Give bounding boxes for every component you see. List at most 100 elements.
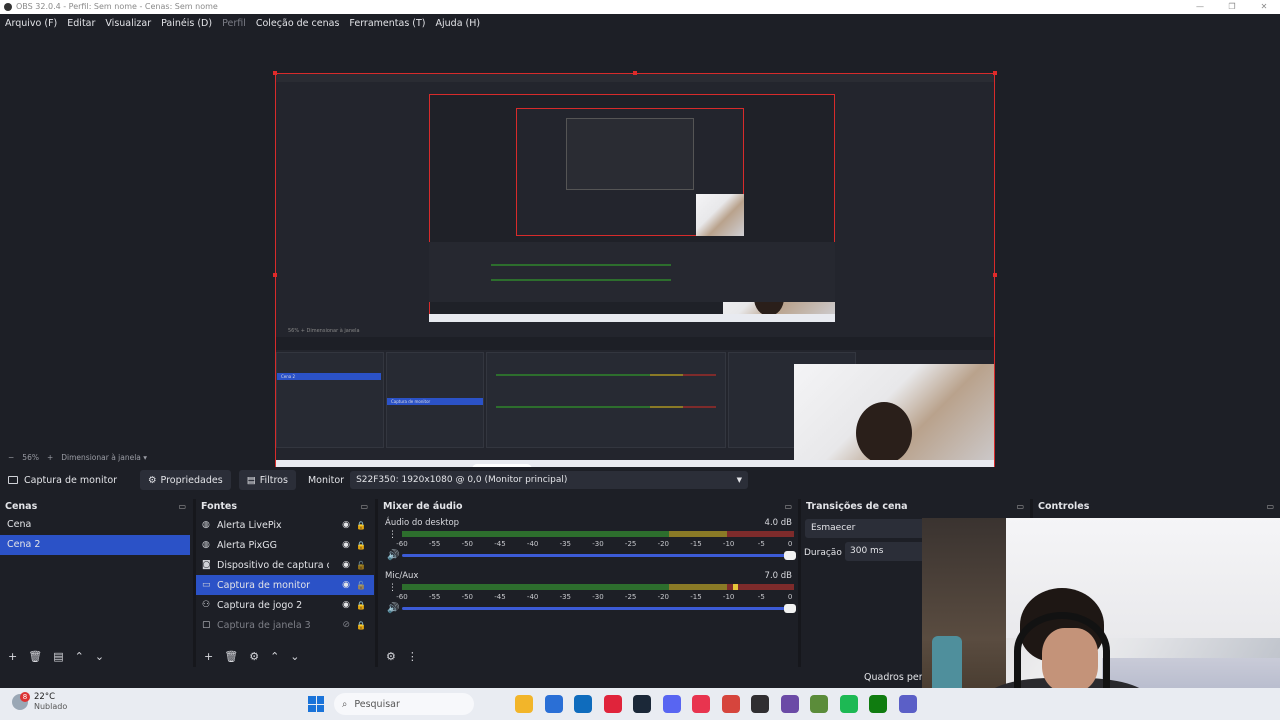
unlock-icon[interactable]: 🔓	[356, 581, 366, 590]
zoom-mode-dropdown[interactable]: Dimensionar à janela ▾	[61, 453, 147, 462]
taskbar-search[interactable]: ⌕ Pesquisar	[334, 693, 474, 715]
menu-file[interactable]: Arquivo (F)	[0, 18, 62, 29]
obs-icon[interactable]	[751, 695, 769, 713]
eye-icon[interactable]: ◉	[342, 540, 350, 550]
advanced-audio-icon[interactable]: ⚙	[386, 650, 396, 663]
opera-icon[interactable]	[603, 695, 622, 713]
menu-scene-collection[interactable]: Coleção de cenas	[251, 18, 345, 29]
sources-footer: + 🗑 ⚙ ⌃ ⌄	[196, 645, 374, 667]
source-item[interactable]: ⚇ Captura de jogo 2 ◉ 🔒	[196, 595, 374, 615]
filters-button[interactable]: ▤ Filtros	[238, 470, 296, 490]
eye-icon[interactable]: ◉	[342, 560, 350, 570]
gear-icon[interactable]: ⚙	[249, 650, 259, 663]
scene-item[interactable]: Cena	[0, 515, 192, 535]
move-down-icon[interactable]: ⌄	[95, 650, 104, 663]
lock-icon[interactable]: 🔒	[356, 601, 366, 610]
source-item-selected[interactable]: ▭ Captura de monitor ◉ 🔓	[196, 575, 374, 595]
menu-profile[interactable]: Perfil	[217, 18, 251, 29]
lock-icon[interactable]: 🔒	[356, 541, 366, 550]
transform-handle[interactable]	[273, 71, 277, 75]
eye-icon[interactable]: ◉	[342, 580, 350, 590]
headphones	[1014, 612, 1110, 690]
menu-tools[interactable]: Ferramentas (T)	[344, 18, 430, 29]
dock-undock-icon[interactable]: ▭	[1266, 502, 1274, 511]
eye-hidden-icon[interactable]: ⊘	[342, 620, 350, 630]
zoom-minus-button[interactable]: −	[8, 453, 14, 462]
duration-label: Duração	[804, 548, 842, 558]
start-button[interactable]	[308, 696, 324, 712]
properties-label: Propriedades	[160, 474, 223, 486]
file-explorer-icon[interactable]	[515, 695, 533, 713]
monitor-select[interactable]: S22F350: 1920x1080 @ 0,0 (Monitor princi…	[350, 471, 749, 489]
minimize-button[interactable]: —	[1184, 0, 1216, 14]
lock-icon[interactable]: 🔒	[356, 621, 366, 630]
close-button[interactable]: ✕	[1248, 0, 1280, 14]
spotify-icon[interactable]	[839, 695, 858, 713]
volume-slider-knob[interactable]	[784, 604, 796, 613]
move-up-icon[interactable]: ⌃	[75, 650, 84, 663]
dock-undock-icon[interactable]: ▭	[360, 502, 368, 511]
transform-handle[interactable]	[993, 71, 997, 75]
source-item[interactable]: ◍ Alerta LivePix ◉ 🔒	[196, 515, 374, 535]
scenes-dock: Cenas ▭ Cena Cena 2 + 🗑 ▤ ⌃ ⌄	[0, 499, 192, 667]
properties-button[interactable]: ⚙ Propriedades	[140, 470, 231, 490]
menu-help[interactable]: Ajuda (H)	[431, 18, 486, 29]
zoom-plus-button[interactable]: +	[47, 453, 53, 462]
source-item[interactable]: ◍ Alerta PixGG ◉ 🔒	[196, 535, 374, 555]
weather-desc: Nublado	[34, 702, 68, 711]
store-icon[interactable]	[544, 695, 563, 713]
kebab-menu-icon[interactable]: ⋮	[388, 531, 397, 540]
kebab-menu-icon[interactable]: ⋮	[388, 584, 397, 593]
menu-edit[interactable]: Editar	[62, 18, 100, 29]
speaker-icon[interactable]: 🔊	[387, 550, 399, 561]
scene-item-selected[interactable]: Cena 2	[0, 535, 190, 555]
meter-peak	[733, 584, 738, 590]
trash-icon[interactable]: 🗑	[28, 650, 42, 663]
volume-slider-knob[interactable]	[784, 551, 796, 560]
preview-canvas[interactable]: 56% + Dimensionar à janela Cena 2 Captur…	[275, 73, 995, 477]
volume-slider[interactable]	[402, 551, 796, 560]
steam-icon[interactable]	[633, 695, 651, 713]
dock-undock-icon[interactable]: ▭	[1016, 502, 1024, 511]
transform-handle[interactable]	[273, 273, 277, 277]
scale-tick: -35	[559, 540, 572, 548]
app-purple-icon[interactable]	[780, 695, 799, 713]
xbox-icon[interactable]	[869, 695, 887, 713]
volume-slider[interactable]	[402, 604, 796, 613]
dock-undock-icon[interactable]: ▭	[178, 502, 186, 511]
maximize-button[interactable]: ❐	[1216, 0, 1248, 14]
kebab-menu-icon[interactable]: ⋮	[407, 650, 418, 663]
source-toolbar: Captura de monitor ⚙ Propriedades ▤ Filt…	[0, 467, 1280, 493]
scale-tick: -60	[396, 593, 408, 601]
trash-icon[interactable]: 🗑	[224, 650, 238, 663]
unlock-icon[interactable]: 🔓	[356, 561, 366, 570]
speaker-icon[interactable]: 🔊	[387, 603, 399, 614]
source-item-hidden[interactable]: ▢ Captura de janela 3 ⊘ 🔒	[196, 615, 374, 635]
transitions-title: Transições de cena	[806, 500, 908, 512]
transform-handle[interactable]	[993, 273, 997, 277]
outlook-icon[interactable]	[574, 695, 592, 713]
menu-docks[interactable]: Painéis (D)	[156, 18, 217, 29]
transform-handle[interactable]	[633, 71, 637, 75]
move-up-icon[interactable]: ⌃	[270, 650, 279, 663]
discord-icon[interactable]	[662, 695, 681, 713]
move-down-icon[interactable]: ⌄	[290, 650, 299, 663]
add-scene-icon[interactable]: +	[8, 650, 17, 663]
meter-green-zone	[402, 584, 669, 590]
transitions-dock-header: Transições de cena ▭	[801, 499, 1030, 513]
menu-view[interactable]: Visualizar	[100, 18, 156, 29]
eye-icon[interactable]: ◉	[342, 520, 350, 530]
tiktok-icon[interactable]	[692, 695, 710, 713]
meter-green-zone	[402, 531, 669, 537]
weather-widget[interactable]: 8 22°C Nublado	[12, 692, 67, 712]
add-source-icon[interactable]: +	[204, 650, 213, 663]
text-app-icon[interactable]	[721, 695, 740, 713]
source-item[interactable]: ◙ Dispositivo de captura de vídeo ◉ 🔓	[196, 555, 374, 575]
scene-filters-icon[interactable]: ▤	[53, 650, 63, 663]
teams-icon[interactable]	[898, 695, 917, 713]
lock-icon[interactable]: 🔒	[356, 521, 366, 530]
dock-undock-icon[interactable]: ▭	[784, 502, 792, 511]
minecraft-icon[interactable]	[810, 695, 828, 713]
eye-icon[interactable]: ◉	[342, 600, 350, 610]
preview-area[interactable]: 56% + Dimensionar à janela Cena 2 Captur…	[0, 32, 1280, 479]
